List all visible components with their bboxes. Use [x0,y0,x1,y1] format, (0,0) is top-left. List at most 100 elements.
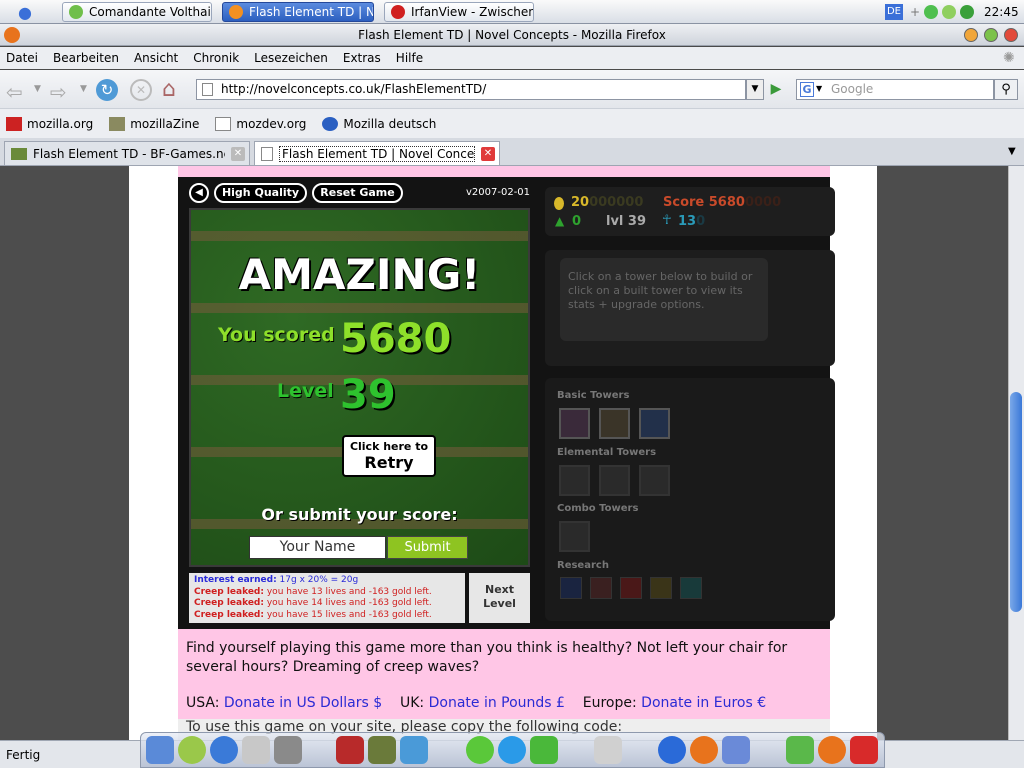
donate-usd-link[interactable]: Donate in US Dollars $ [224,695,382,711]
research-1-button[interactable] [560,577,582,599]
tab-novel-concepts[interactable]: Flash Element TD | Novel Conce... ✕ [254,141,500,165]
stop-icon[interactable]: ✕ [130,79,152,101]
battlefield-icon[interactable] [368,736,396,764]
back-history-dropdown[interactable]: ▼ [34,84,41,94]
menu-ansicht[interactable]: Ansicht [134,51,178,65]
finder-icon[interactable] [146,736,174,764]
maximize-button[interactable] [984,28,998,42]
log-entry: Creep leaked: you have 15 lives and -163… [194,609,432,620]
messenger-dock-icon[interactable] [530,736,558,764]
frost-tower-button[interactable] [639,408,670,439]
url-field[interactable]: http://novelconcepts.co.uk/FlashElementT… [196,79,746,100]
search-input[interactable]: Google [796,79,994,100]
elemental-tower-1-button[interactable] [559,465,590,496]
tray-expand-icon[interactable]: + [910,5,920,19]
skype-icon[interactable] [498,736,526,764]
name-input[interactable]: Your Name [249,536,386,559]
forward-button-icon[interactable]: ⇨ [50,80,67,104]
menu-chronik[interactable]: Chronik [193,51,239,65]
retry-button[interactable]: Click here to Retry [342,435,436,477]
irfanview-dock-icon[interactable] [850,736,878,764]
tray-icq-icon[interactable] [960,5,974,19]
bookmark-mozilla-org[interactable]: mozilla.org [6,116,93,131]
tab-close-icon[interactable]: ✕ [481,146,495,161]
taskbar-task-3[interactable]: IrfanView - Zwischen... [384,2,534,22]
close-window-button[interactable] [1004,28,1018,42]
boomerang-icon[interactable] [400,736,428,764]
internet-explorer-icon[interactable] [658,736,686,764]
log-entry: Interest earned: 17g x 20% = 20g [194,575,359,585]
elemental-tower-3-button[interactable] [639,465,670,496]
research-2-button[interactable] [590,577,612,599]
menu-lesezeichen[interactable]: Lesezeichen [254,51,328,65]
event-log: Interest earned: 17g x 20% = 20g Creep l… [189,573,465,623]
firefox-dock-icon-2[interactable] [818,736,846,764]
search-engine-dropdown[interactable]: ▼ [816,84,822,93]
bookmark-mozilla-deutsch[interactable]: Mozilla deutsch [322,116,436,131]
score-counter: Score 56800000 [663,195,782,210]
firefox-window-icon [4,27,20,43]
tab-bf-games[interactable]: Flash Element TD - BF-Games.net F... ✕ [4,141,250,165]
mozilla-icon [6,116,22,131]
high-quality-button[interactable]: High Quality [214,183,307,203]
media-player-icon[interactable] [210,736,238,764]
next-level-button[interactable]: Next Level [469,573,530,623]
reset-game-button[interactable]: Reset Game [312,183,403,203]
research-3-button[interactable] [620,577,642,599]
menu-datei[interactable]: Datei [6,51,38,65]
firefox-dock-icon[interactable] [690,736,718,764]
research-4-button[interactable] [650,577,672,599]
forward-history-dropdown[interactable]: ▼ [80,84,87,94]
level-label: Level [277,380,334,402]
itunes-icon[interactable] [178,736,206,764]
search-engine-icon[interactable]: G [800,82,814,97]
go-button-icon[interactable]: ▶ [766,79,786,100]
info-text: Click on a tower below to build or click… [560,258,768,341]
tab-list-dropdown[interactable]: ▼ [1008,146,1016,157]
arrow-tower-button[interactable] [559,408,590,439]
donate-eur-link[interactable]: Donate in Euros € [641,695,766,711]
donate-gbp-link[interactable]: Donate in Pounds £ [429,695,565,711]
back-button-icon[interactable]: ⇦ [6,80,23,104]
research-5-button[interactable] [680,577,702,599]
language-indicator[interactable]: DE [885,4,903,20]
system-icon[interactable] [594,736,622,764]
folder-icon[interactable] [722,736,750,764]
url-dropdown-icon[interactable]: ▼ [746,79,764,100]
trash-icon[interactable] [274,736,302,764]
submit-score-heading: Or submit your score: [261,505,458,524]
scrollbar-thumb[interactable] [1010,392,1022,612]
tray-app-icon[interactable] [924,5,938,19]
pink-header-strip [178,166,830,177]
msn-icon[interactable] [786,736,814,764]
elemental-tower-2-button[interactable] [599,465,630,496]
you-scored-label: You scored [218,324,335,346]
search-magnifier-icon[interactable]: ⚲ [994,79,1018,100]
taskbar-task-1[interactable]: Comandante Volthai... [62,2,212,22]
menu-bearbeiten[interactable]: Bearbeiten [53,51,119,65]
combo-towers-heading: Combo Towers [557,503,639,514]
sound-icon[interactable]: ◀ [189,183,209,203]
retry-hint: Click here to [349,440,429,453]
tab-close-icon[interactable]: ✕ [231,146,245,161]
bookmark-mozillazine[interactable]: mozillaZine [109,116,199,131]
game-app-icon[interactable] [336,736,364,764]
cannon-tower-button[interactable] [599,408,630,439]
tray-messenger-icon[interactable] [942,5,956,19]
apple-app-icon[interactable] [242,736,270,764]
bookmark-mozdev[interactable]: mozdev.org [215,116,306,131]
home-icon[interactable]: ⌂ [162,77,176,102]
taskbar-task-2[interactable]: Flash Element TD | N... [222,2,374,22]
icq-icon[interactable] [466,736,494,764]
minimize-button[interactable] [964,28,978,42]
firefox-icon [229,5,243,19]
reload-icon[interactable]: ↻ [96,79,118,101]
final-level: 39 [340,372,396,418]
menu-extras[interactable]: Extras [343,51,381,65]
submit-button[interactable]: Submit [387,536,468,559]
combo-tower-button[interactable] [559,521,590,552]
menu-hilfe[interactable]: Hilfe [396,51,423,65]
apple-icon[interactable]: ● [18,3,32,22]
window-title: Flash Element TD | Novel Concepts - Mozi… [0,24,1024,46]
gold-counter: 20000000 [571,195,644,210]
